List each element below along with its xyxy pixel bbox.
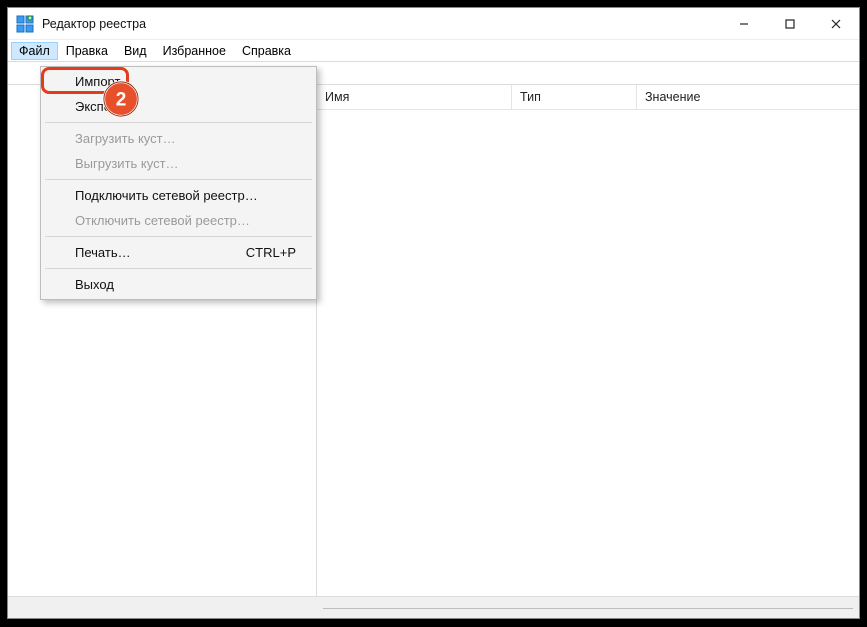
file-menu-print[interactable]: Печать… CTRL+P [43,240,314,265]
list-header: Имя Тип Значение [317,85,859,110]
column-header-name[interactable]: Имя [317,85,512,109]
file-menu-unload-hive: Выгрузить куст… [43,151,314,176]
file-menu-export[interactable]: Экспорт… [43,94,314,119]
file-menu-load-hive-label: Загрузить куст… [75,131,176,146]
menu-separator [45,122,312,123]
window-controls [721,8,859,39]
menu-separator [45,268,312,269]
menu-separator [45,236,312,237]
file-menu-load-hive: Загрузить куст… [43,126,314,151]
file-menu-print-shortcut: CTRL+P [246,245,296,260]
file-menu-disconnect-network: Отключить сетевой реестр… [43,208,314,233]
file-menu-connect-network-label: Подключить сетевой реестр… [75,188,258,203]
close-button[interactable] [813,8,859,39]
file-menu-import-label: Импорт… [75,74,133,89]
regedit-icon [16,15,34,33]
file-menu-import[interactable]: Импорт… [43,69,314,94]
file-menu-print-label: Печать… [75,245,131,260]
file-menu-unload-hive-label: Выгрузить куст… [75,156,179,171]
statusbar [8,596,859,618]
menu-item-edit[interactable]: Правка [58,42,116,60]
column-header-type[interactable]: Тип [512,85,637,109]
file-menu-disconnect-network-label: Отключить сетевой реестр… [75,213,250,228]
menubar: Файл Правка Вид Избранное Справка [8,40,859,61]
file-menu-exit-label: Выход [75,277,114,292]
file-menu-export-label: Экспорт… [75,99,137,114]
maximize-button[interactable] [767,8,813,39]
column-header-value[interactable]: Значение [637,85,859,109]
status-divider [323,608,853,609]
menu-item-help[interactable]: Справка [234,42,299,60]
menu-item-favorites[interactable]: Избранное [155,42,234,60]
file-menu-dropdown: Импорт… Экспорт… Загрузить куст… Выгрузи… [40,66,317,300]
minimize-button[interactable] [721,8,767,39]
registry-editor-window: Редактор реестра Файл Правка Вид Избранн… [7,7,860,619]
menu-item-view[interactable]: Вид [116,42,155,60]
titlebar: Редактор реестра [8,8,859,40]
menu-separator [45,179,312,180]
file-menu-connect-network[interactable]: Подключить сетевой реестр… [43,183,314,208]
window-title: Редактор реестра [42,17,721,31]
registry-values-pane[interactable]: Имя Тип Значение [317,85,859,596]
menu-item-file[interactable]: Файл [11,42,58,60]
file-menu-exit[interactable]: Выход [43,272,314,297]
